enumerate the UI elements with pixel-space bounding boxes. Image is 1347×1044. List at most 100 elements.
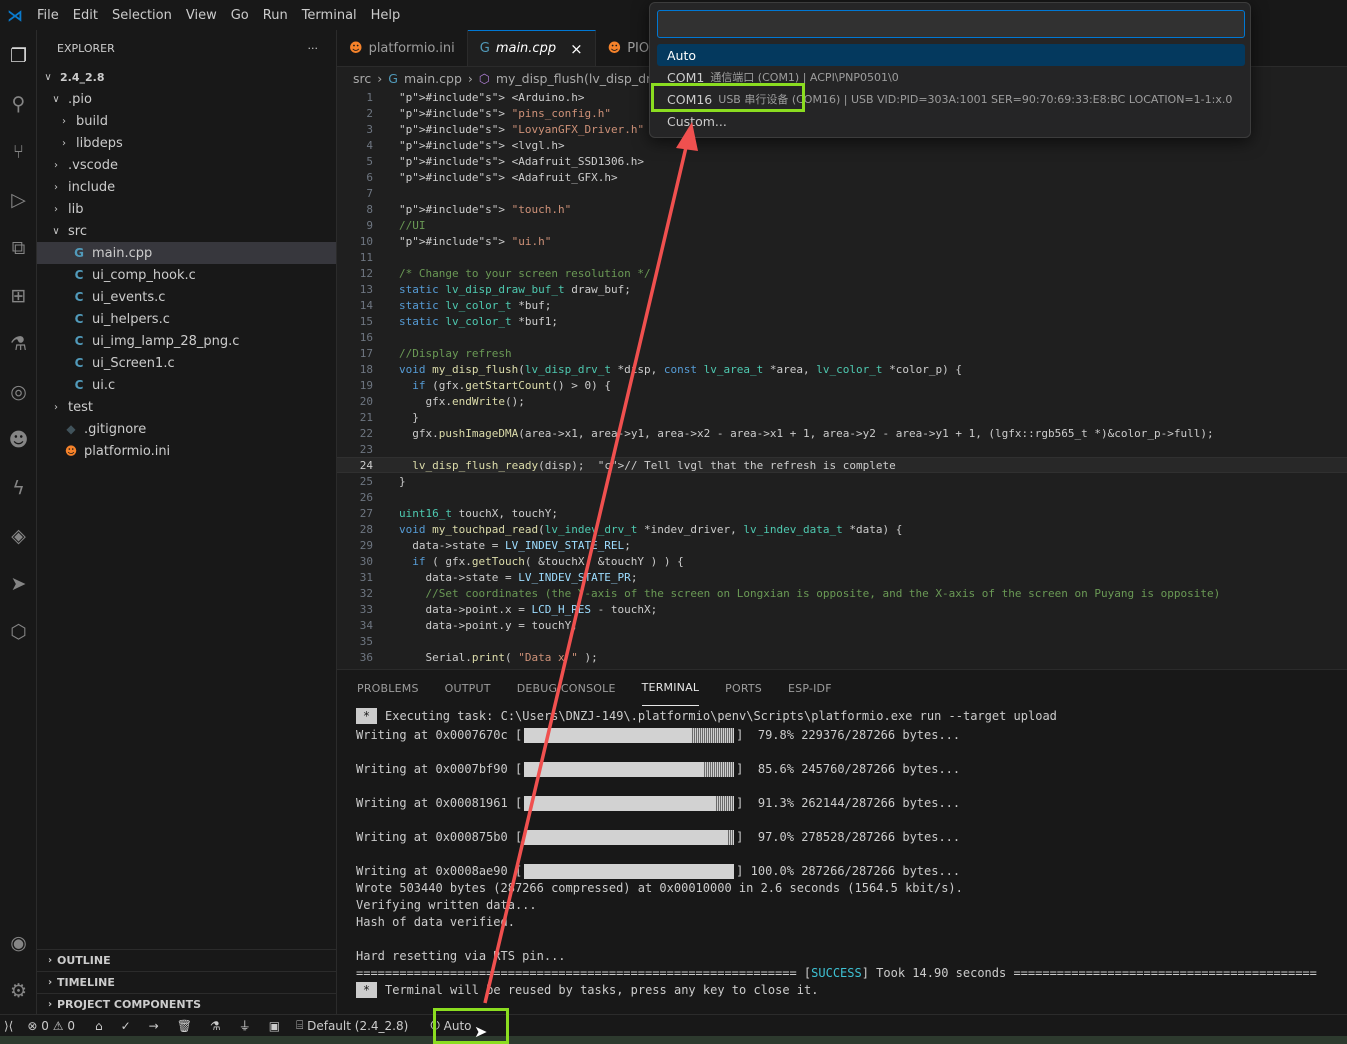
pio-test-icon[interactable]: ⚗ bbox=[210, 1019, 221, 1033]
code-editor[interactable]: 1 "p">#include"s"> <Arduino.h> 2 "p">#inclu… bbox=[337, 89, 1347, 668]
pio-build-icon[interactable]: ✓ bbox=[121, 1019, 131, 1033]
pio-clean-icon[interactable]: 🗑 bbox=[177, 1019, 192, 1033]
code-line[interactable]: 36 Serial.print( "Data x " ); bbox=[337, 649, 1347, 665]
tree-item-src[interactable]: ∨ src bbox=[37, 220, 336, 242]
panel-tab-terminal[interactable]: TERMINAL bbox=[641, 670, 700, 706]
code-line[interactable]: 18 void my_disp_flush(lv_disp_drv_t *disp… bbox=[337, 361, 1347, 377]
code-line[interactable]: 22 gfx.pushImageDMA(area->x1, area->y1, … bbox=[337, 425, 1347, 441]
menu-edit[interactable]: Edit bbox=[66, 8, 105, 23]
code-line[interactable]: 34 data->point.y = touchY; bbox=[337, 617, 1347, 633]
code-line[interactable]: 16 bbox=[337, 329, 1347, 345]
menu-help[interactable]: Help bbox=[364, 8, 408, 23]
menu-terminal[interactable]: Terminal bbox=[295, 8, 364, 23]
panel-tab-debug-console[interactable]: DEBUG CONSOLE bbox=[517, 670, 616, 706]
pio-env-switcher[interactable]: ⌸ Default (2.4_2.8) bbox=[296, 1018, 408, 1033]
code-line[interactable]: 33 data->point.x = LCD_H_RES - touchX; bbox=[337, 601, 1347, 617]
tree-item-ui-img-lamp-28-png-c[interactable]: Cui_img_lamp_28_png.c bbox=[37, 330, 336, 352]
pio-terminal-icon[interactable]: ▣ bbox=[269, 1019, 280, 1033]
remote-explorer-icon[interactable]: ⧉ bbox=[0, 230, 37, 266]
tree-item-2-4-2-8[interactable]: ∨ 2.4_2.8 bbox=[37, 66, 336, 88]
code-line[interactable]: 4 "p">#include"s"> <lvgl.h> bbox=[337, 137, 1347, 153]
menu-view[interactable]: View bbox=[179, 8, 224, 23]
pio-home-icon[interactable]: ⌂ bbox=[95, 1019, 103, 1033]
panel-tab-output[interactable]: OUTPUT bbox=[445, 670, 491, 706]
files-icon[interactable]: ❐ bbox=[0, 38, 37, 74]
tree-item--pio[interactable]: ∨ .pio bbox=[37, 88, 336, 110]
extensions-icon[interactable]: ⊞ bbox=[0, 278, 37, 314]
panel-tab-esp-idf[interactable]: ESP-IDF bbox=[788, 670, 832, 706]
close-icon[interactable]: × bbox=[570, 40, 583, 58]
code-line[interactable]: 32 //Set coordinates (the Y-axis of the … bbox=[337, 585, 1347, 601]
code-line[interactable]: 7 bbox=[337, 185, 1347, 201]
lightning-icon[interactable]: ϟ bbox=[0, 470, 37, 506]
code-line[interactable]: 31 data->state = LV_INDEV_STATE_PR; bbox=[337, 569, 1347, 585]
code-line[interactable]: 15 static lv_color_t *buf1; bbox=[337, 313, 1347, 329]
source-control-icon[interactable]: ⑂ bbox=[0, 134, 37, 170]
code-line[interactable]: 19 if (gfx.getStartCount() > 0) { bbox=[337, 377, 1347, 393]
code-line[interactable]: 12 /* Change to your screen resolution */ bbox=[337, 265, 1347, 281]
tree-item-include[interactable]: › include bbox=[37, 176, 336, 198]
hexagon-icon[interactable]: ⬡ bbox=[0, 614, 37, 650]
code-line[interactable]: 29 data->state = LV_INDEV_STATE_REL; bbox=[337, 537, 1347, 553]
panel-tab-ports[interactable]: PORTS bbox=[725, 670, 762, 706]
tree-item--vscode[interactable]: › .vscode bbox=[37, 154, 336, 176]
account-icon[interactable]: ◉ bbox=[0, 925, 37, 961]
code-line[interactable]: 8 "p">#include"s"> "touch.h" bbox=[337, 201, 1347, 217]
tree-item-ui-screen1-c[interactable]: Cui_Screen1.c bbox=[37, 352, 336, 374]
code-line[interactable]: 27 uint16_t touchX, touchY; bbox=[337, 505, 1347, 521]
quick-pick-item-custom-[interactable]: Custom... bbox=[657, 110, 1245, 132]
more-actions-icon[interactable]: ··· bbox=[308, 42, 319, 55]
tree-item-ui-helpers-c[interactable]: Cui_helpers.c bbox=[37, 308, 336, 330]
tree-item-build[interactable]: › build bbox=[37, 110, 336, 132]
breadcrumb-file[interactable]: main.cpp bbox=[404, 71, 462, 86]
code-line[interactable]: 30 if ( gfx.getTouch( &touchX, &touchY )… bbox=[337, 553, 1347, 569]
python-icon[interactable]: ◈ bbox=[0, 518, 37, 554]
menu-go[interactable]: Go bbox=[224, 8, 256, 23]
tree-item-ui-events-c[interactable]: Cui_events.c bbox=[37, 286, 336, 308]
remote-indicator-icon[interactable]: ⟩⟨ bbox=[4, 1019, 13, 1033]
code-line[interactable]: 14 static lv_color_t *buf; bbox=[337, 297, 1347, 313]
code-line[interactable]: 25} bbox=[337, 473, 1347, 489]
platformio-icon[interactable]: ◎ bbox=[0, 374, 37, 410]
send-icon[interactable]: ➤ bbox=[0, 566, 37, 602]
code-line[interactable]: 17 //Display refresh bbox=[337, 345, 1347, 361]
tree-item-ui-comp-hook-c[interactable]: Cui_comp_hook.c bbox=[37, 264, 336, 286]
timeline-section[interactable]: › TIMELINE bbox=[37, 971, 336, 993]
panel-tab-problems[interactable]: PROBLEMS bbox=[357, 670, 419, 706]
code-line[interactable]: 20 gfx.endWrite(); bbox=[337, 393, 1347, 409]
tree-item-ui-c[interactable]: Cui.c bbox=[37, 374, 336, 396]
code-line[interactable]: 13 static lv_disp_draw_buf_t draw_buf; bbox=[337, 281, 1347, 297]
tree-item-platformio-ini[interactable]: ☻ platformio.ini bbox=[37, 440, 336, 462]
code-line[interactable]: 10 "p">#include"s"> "ui.h" bbox=[337, 233, 1347, 249]
menu-file[interactable]: File bbox=[30, 8, 66, 23]
code-line[interactable]: 9 //UI bbox=[337, 217, 1347, 233]
tree-item-main-cpp[interactable]: Gmain.cpp bbox=[37, 242, 336, 264]
menu-run[interactable]: Run bbox=[256, 8, 295, 23]
pio-upload-icon[interactable]: → bbox=[149, 1019, 159, 1033]
tree-item-test[interactable]: › test bbox=[37, 396, 336, 418]
testing-icon[interactable]: ⚗ bbox=[0, 326, 37, 362]
code-line[interactable]: 35 bbox=[337, 633, 1347, 649]
code-line[interactable]: 6 "p">#include"s"> <Adafruit_GFX.h> bbox=[337, 169, 1347, 185]
settings-gear-icon[interactable]: ⚙ bbox=[0, 973, 37, 1009]
pio-serial-monitor-icon[interactable]: ⏚ bbox=[239, 1017, 251, 1034]
alien-icon[interactable]: ☻ bbox=[0, 422, 37, 458]
code-line[interactable]: 5 "p">#include"s"> <Adafruit_SSD1306.h> bbox=[337, 153, 1347, 169]
code-line[interactable]: 23 bbox=[337, 441, 1347, 457]
code-line[interactable]: 11 bbox=[337, 249, 1347, 265]
tab-main-cpp[interactable]: Gmain.cpp × bbox=[467, 30, 596, 66]
project-components-section[interactable]: › PROJECT COMPONENTS bbox=[37, 993, 336, 1015]
run-debug-icon[interactable]: ▷ bbox=[0, 182, 37, 218]
code-line[interactable]: 26 bbox=[337, 489, 1347, 505]
code-line[interactable]: 21 } bbox=[337, 409, 1347, 425]
tree-item-libdeps[interactable]: › libdeps bbox=[37, 132, 336, 154]
code-line[interactable]: 24 lv_disp_flush_ready(disp); "c">// Tel… bbox=[337, 457, 1347, 473]
tree-item--gitignore[interactable]: ◆ .gitignore bbox=[37, 418, 336, 440]
quick-pick-item-auto[interactable]: Auto bbox=[657, 44, 1245, 66]
code-line[interactable]: 28 void my_touchpad_read(lv_indev_drv_t *… bbox=[337, 521, 1347, 537]
tab-platformio-ini[interactable]: ☻ platformio.ini bbox=[337, 30, 468, 66]
problems-indicator[interactable]: ⊗ 0 ⚠ 0 bbox=[27, 1019, 75, 1033]
breadcrumb-src[interactable]: src bbox=[353, 71, 371, 86]
quick-pick-input[interactable] bbox=[657, 10, 1245, 38]
tree-item-lib[interactable]: › lib bbox=[37, 198, 336, 220]
